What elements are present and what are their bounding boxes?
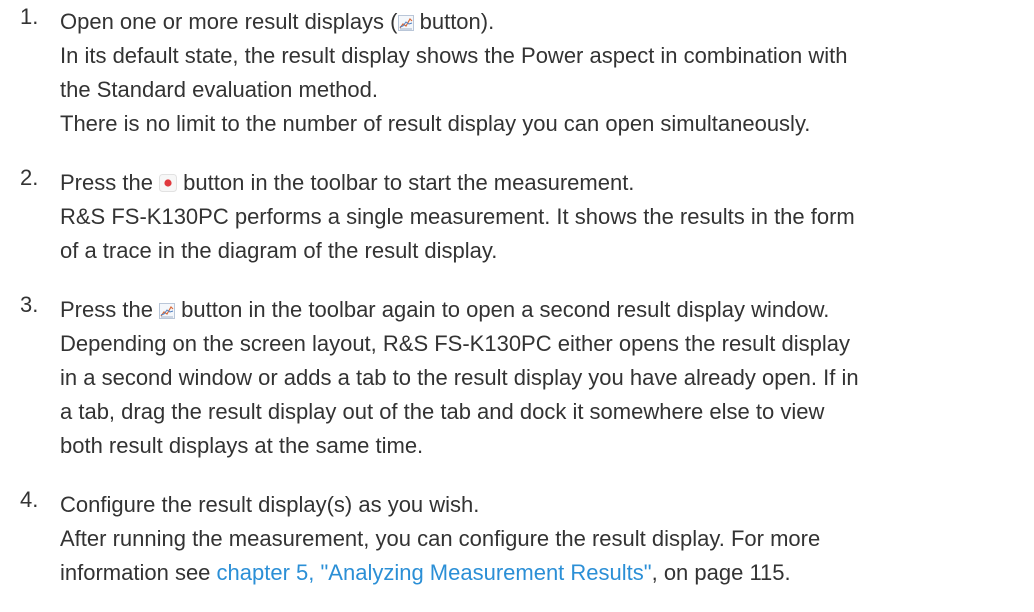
step-detail-line: a tab, drag the result display out of th…	[60, 399, 825, 424]
step-instruction: Press the button in the toolbar to start…	[60, 166, 634, 200]
step-text: Open one or more result displays (	[60, 9, 398, 34]
step-detail-line: R&S FS-K130PC performs a single measurem…	[60, 204, 855, 229]
step-instruction: Press the button in the toolbar again to…	[60, 293, 829, 327]
step-number: 2.	[20, 165, 39, 190]
step-instruction: Open one or more result displays ( butto…	[60, 5, 494, 39]
step-text: , on page 115.	[651, 560, 791, 585]
step-detail-line: Depending on the screen layout, R&S FS-K…	[60, 331, 851, 356]
step-text: button in the toolbar to start the measu…	[177, 170, 635, 195]
step-instruction: Configure the result display(s) as you w…	[60, 492, 480, 517]
record-icon	[159, 174, 178, 192]
step-number: 4.	[20, 487, 39, 512]
step-text: information see	[60, 560, 217, 585]
chart-icon	[397, 15, 414, 31]
step-text: Press the	[60, 170, 160, 195]
step-number: 3.	[20, 292, 39, 317]
step-detail-line: in a second window or adds a tab to the …	[60, 365, 859, 390]
step-number: 1.	[20, 4, 39, 29]
step-detail-line: There is no limit to the number of resul…	[60, 111, 811, 136]
step-text: button in the toolbar again to open a se…	[175, 297, 830, 322]
step-text: Press the	[60, 297, 160, 322]
chart-icon	[159, 303, 176, 319]
step-text: button).	[413, 9, 495, 34]
chapter-link[interactable]: chapter 5, "Analyzing Measurement Result…	[217, 560, 652, 585]
step-detail-line: both result displays at the same time.	[60, 433, 424, 458]
step-detail-line: After running the measurement, you can c…	[60, 526, 821, 551]
step-detail-line: In its default state, the result display…	[60, 43, 848, 68]
step-detail-line: information see chapter 5, "Analyzing Me…	[60, 556, 791, 590]
step-detail-line: of a trace in the diagram of the result …	[60, 238, 498, 263]
step-detail-line: the Standard evaluation method.	[60, 77, 379, 102]
